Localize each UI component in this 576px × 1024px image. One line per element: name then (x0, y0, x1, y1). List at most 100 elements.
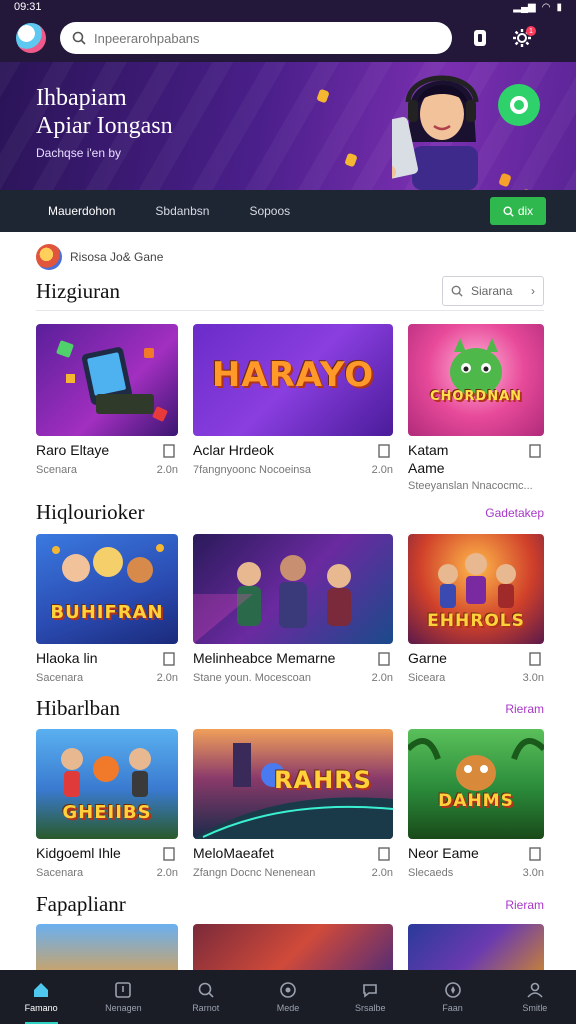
game-size: 3.0n (522, 867, 544, 879)
thumbnail-title: HARAYO (211, 355, 375, 396)
nav-item-mede[interactable]: Mede (247, 970, 329, 1024)
game-thumbnail: BUHIFRAN (36, 534, 178, 644)
bookmark-icon[interactable] (162, 444, 176, 458)
game-size: 2.0n (371, 464, 393, 476)
game-card[interactable]: Melinheabce Memarne Stane youn. Mocescoa… (193, 534, 393, 684)
bookmark-icon[interactable] (162, 847, 176, 861)
divider (36, 310, 544, 311)
dix-button[interactable]: dix (490, 197, 546, 225)
bookmark-icon[interactable] (528, 444, 542, 458)
main-content[interactable]: Risosa Jo& Gane Hizgiuran Siarana › Raro… (0, 232, 576, 970)
game-meta: Zfangn Docnc Nenenean (193, 867, 316, 879)
thumbnail-title: EHHROLS (427, 611, 525, 631)
search-icon (72, 31, 86, 45)
section-title: Hizgiuran (36, 278, 120, 303)
game-thumbnail (408, 924, 544, 970)
game-thumbnail: GHEIIBS (36, 729, 178, 839)
game-card[interactable]: Raro Eltaye Scenara 2.0n (36, 324, 178, 484)
nav-item-rarnot[interactable]: Rarnot (165, 970, 247, 1024)
nav-item-smitle[interactable]: Smitle (494, 970, 576, 1024)
profile-icon (527, 982, 543, 998)
hero-character-illustration (392, 75, 479, 190)
category-tabs: Mauerdohon Sbdanbsn Sopoos dix (0, 190, 576, 232)
game-thumbnail (36, 324, 178, 436)
bookmark-icon[interactable] (162, 652, 176, 666)
hero-banner[interactable]: Ihbapiam Apiar Iongasn Dachqse i'en by (0, 62, 576, 190)
game-title: Melinheabce Memarne (193, 650, 336, 666)
search-box[interactable] (60, 22, 452, 54)
tab-mauerdohon[interactable]: Mauerdohon (48, 204, 115, 218)
provider-row[interactable]: Risosa Jo& Gane (36, 244, 163, 270)
status-time: 09:31 (14, 1, 42, 13)
nav-item-srsalbe[interactable]: Srsalbe (329, 970, 411, 1024)
see-all-link[interactable]: Rieram (505, 702, 544, 716)
squad-illustration (193, 555, 351, 644)
app-logo[interactable] (16, 23, 46, 53)
game-thumbnail: CHORDNAN (408, 324, 544, 436)
game-card[interactable]: BUHIFRAN Hlaoka lin Sacenara 2.0n (36, 534, 178, 684)
game-card[interactable]: RAHRS MeloMaeafet Zfangn Docnc Nenenean … (193, 729, 393, 879)
game-card[interactable]: GHEIIBS Kidgoeml Ihle Sacenara 2.0n (36, 729, 178, 879)
game-meta: Stane youn. Mocescoan (193, 672, 312, 684)
game-title: Katam (408, 442, 449, 458)
nav-item-label: Srsalbe (355, 1003, 386, 1013)
nav-item-label: Faan (442, 1003, 463, 1013)
thumbnail-title: BUHIFRAN (50, 602, 164, 624)
provider-label: Risosa Jo& Gane (70, 250, 164, 264)
game-card[interactable]: EHHROLS Garne Siceara 3.0n (408, 534, 544, 684)
wifi-icon: ◠ (541, 1, 551, 13)
bookmark-icon[interactable] (377, 444, 391, 458)
hero-title-line2: Apiar Iongasn (36, 113, 173, 139)
nav-item-label: Nenagen (105, 1003, 142, 1013)
bookmark-icon[interactable] (528, 847, 542, 861)
game-card[interactable]: HARAYO Aclar Hrdeok 7fangnyoonc Nocoeins… (193, 324, 393, 484)
nav-item-nenagen[interactable]: Nenagen (82, 970, 164, 1024)
thumbnail-title: RAHRS (274, 766, 372, 795)
bookmark-icon[interactable] (377, 652, 391, 666)
search-icon (198, 982, 214, 998)
see-all-link[interactable]: Rieram (505, 898, 544, 912)
game-meta: Siceara (408, 672, 446, 684)
compass-icon (444, 982, 461, 998)
search-icon (451, 285, 463, 297)
bookmark-icon[interactable] (466, 24, 494, 52)
see-all-link[interactable]: Gadetakep (485, 506, 544, 520)
bookmark-icon[interactable] (377, 847, 391, 861)
game-meta: 7fangnyoonc Nocoeinsa (193, 464, 312, 476)
game-card[interactable]: DAHMS Neor Eame Slecaeds 3.0n (408, 729, 544, 879)
game-card[interactable] (193, 924, 393, 970)
dix-button-label: dix (517, 204, 534, 218)
bookmark-icon[interactable] (528, 652, 542, 666)
app-bar: 1 (0, 14, 576, 62)
phone-illustration (56, 340, 168, 422)
game-thumbnail (193, 534, 393, 644)
status-bar: 09:31 ▂▄▆ ◠ ▮ (0, 0, 576, 14)
game-title: Hlaoka lin (36, 650, 98, 666)
game-size: 3.0n (522, 672, 544, 684)
settings-button[interactable]: 1 (508, 24, 536, 52)
nav-item-label: Rarnot (192, 1003, 220, 1013)
game-thumbnail: HARAYO (193, 324, 393, 436)
game-card[interactable]: CHORDNAN Katam Aame Steeyanslan Nnacocmc… (408, 324, 544, 494)
nav-item-famano[interactable]: Famano (0, 970, 82, 1024)
play-icon (510, 96, 528, 114)
section-title: Fapaplianr (36, 892, 126, 916)
tab-sopoos[interactable]: Sopoos (249, 204, 290, 218)
hero-subtitle: Dachqse i'en by (36, 146, 122, 160)
nav-item-faan[interactable]: Faan (411, 970, 493, 1024)
game-card[interactable] (36, 924, 178, 970)
sort-select[interactable]: Siarana › (442, 276, 544, 306)
chat-icon (363, 984, 378, 998)
search-icon (503, 205, 514, 217)
section-header: Hizgiuran Siarana › (36, 276, 544, 306)
heroes-illustration (52, 544, 164, 583)
section-header: Fapaplianr Rieram (36, 892, 544, 917)
game-title: Kidgoeml Ihle (36, 845, 121, 861)
tab-sbdanbsn[interactable]: Sbdanbsn (155, 204, 209, 218)
game-meta: Scenara (36, 464, 77, 476)
hero-title: Ihbapiam Apiar Iongasn (36, 84, 173, 140)
search-input[interactable] (94, 30, 440, 46)
game-card[interactable] (408, 924, 544, 970)
game-title: Garne (408, 650, 447, 666)
nav-item-label: Smitle (522, 1003, 548, 1013)
